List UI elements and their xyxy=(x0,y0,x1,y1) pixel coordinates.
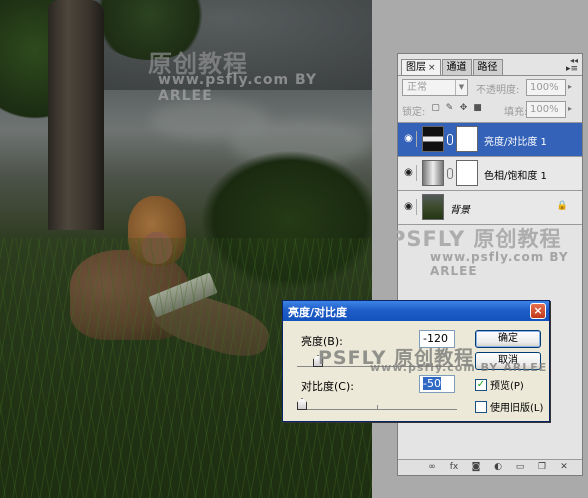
contrast-input[interactable]: -50 xyxy=(419,375,455,393)
tab-paths[interactable]: 路径 xyxy=(472,59,503,75)
new-layer-icon[interactable]: ❐ xyxy=(536,462,548,473)
tab-label: 路径 xyxy=(477,62,498,73)
fx-icon[interactable]: fx xyxy=(448,462,460,473)
chain-icon[interactable] xyxy=(447,134,453,145)
layer-name: 背景 xyxy=(450,205,470,216)
blend-mode-select[interactable]: 正常 ▼ xyxy=(402,79,468,96)
chain-icon[interactable] xyxy=(447,168,453,179)
lock-icon: 🔒 xyxy=(556,201,568,211)
lock-transparent-icon[interactable]: ▢ xyxy=(430,103,441,114)
layer-row-background[interactable]: ◉ 背景 🔒 xyxy=(398,190,582,224)
preview-label: 预览(P) xyxy=(490,381,524,392)
dialog-title: 亮度/对比度 xyxy=(288,306,348,319)
watermark-url: www.psfly.com BY ARLEE xyxy=(158,72,318,104)
opacity-field[interactable]: 100% xyxy=(526,79,566,96)
blend-row: 正常 ▼ 不透明度: 100% ▸ xyxy=(402,79,578,97)
ok-button[interactable]: 确定 xyxy=(475,330,541,348)
link-icon[interactable]: ∞ xyxy=(426,462,438,473)
opacity-label: 不透明度: xyxy=(476,85,520,96)
close-icon[interactable]: × xyxy=(530,303,546,319)
folder-icon[interactable]: ▭ xyxy=(514,462,526,473)
chevron-right-icon[interactable]: ▸ xyxy=(568,104,572,113)
lock-position-icon[interactable]: ✥ xyxy=(458,103,469,114)
use-legacy-checkbox[interactable]: 使用旧版(L) xyxy=(475,399,544,414)
fill-field[interactable]: 100% xyxy=(526,101,566,118)
layers-list: ◉ 亮度/对比度 1 ◉ 色相/饱和度 1 ◉ 背景 🔒 xyxy=(398,122,582,225)
lock-row: 锁定: ▢ ✎ ✥ ■ 填充: 100% ▸ xyxy=(402,101,578,119)
checkbox-box[interactable] xyxy=(475,400,487,413)
contrast-slider-thumb[interactable] xyxy=(297,398,307,410)
panel-footer: ∞ fx ◙ ◐ ▭ ❐ ✕ xyxy=(398,459,582,475)
tab-label: 图层 xyxy=(406,62,426,73)
chevron-right-icon[interactable]: ▸ xyxy=(568,82,572,91)
checkbox-box[interactable]: ✓ xyxy=(475,378,487,391)
adjustment-thumbnail xyxy=(422,160,444,186)
adjustment-thumbnail xyxy=(422,126,444,152)
fill-label: 填充: xyxy=(504,107,528,118)
contrast-value: -50 xyxy=(423,377,441,390)
watermark-url: www.psfly.com BY ARLEE xyxy=(430,250,569,278)
eye-icon[interactable]: ◉ xyxy=(401,131,417,147)
watermark-url: www.psfly.com BY ARLEE xyxy=(370,361,548,374)
contrast-label: 对比度(C): xyxy=(301,380,354,393)
layer-row-hue-saturation[interactable]: ◉ 色相/饱和度 1 xyxy=(398,156,582,190)
lock-label: 锁定: xyxy=(402,107,426,118)
eye-icon[interactable]: ◉ xyxy=(401,199,417,215)
tab-label: 通道 xyxy=(446,62,467,73)
panel-tabs: 图层 × 通道 路径 xyxy=(401,59,504,75)
divider xyxy=(398,75,582,76)
dialog-titlebar[interactable]: 亮度/对比度 × xyxy=(283,301,549,321)
mask-thumbnail[interactable] xyxy=(456,160,478,186)
layer-name: 亮度/对比度 1 xyxy=(484,137,547,148)
preview-checkbox[interactable]: ✓ 预览(P) xyxy=(475,377,524,392)
adjustment-icon[interactable]: ◐ xyxy=(492,462,504,473)
lock-all-icon[interactable]: ■ xyxy=(472,103,483,114)
tree-trunk xyxy=(48,0,104,230)
panel-menu-icon[interactable]: ▸≡ xyxy=(566,64,578,74)
chevron-down-icon: ▼ xyxy=(455,80,467,95)
use-legacy-label: 使用旧版(L) xyxy=(490,403,544,414)
watermark-title: PSFLY 原创教程 xyxy=(390,227,562,251)
slider-center-tick xyxy=(377,405,378,409)
mask-thumbnail[interactable] xyxy=(456,126,478,152)
eye-icon[interactable]: ◉ xyxy=(401,165,417,181)
document-canvas[interactable]: 原创教程 www.psfly.com BY ARLEE xyxy=(0,0,372,498)
tab-layers[interactable]: 图层 × xyxy=(401,59,441,75)
tab-channels[interactable]: 通道 xyxy=(441,59,472,75)
lock-image-icon[interactable]: ✎ xyxy=(444,103,455,114)
contrast-slider-track[interactable] xyxy=(297,409,457,410)
blend-mode-value: 正常 xyxy=(407,82,427,93)
trash-icon[interactable]: ✕ xyxy=(558,462,570,473)
mask-icon[interactable]: ◙ xyxy=(470,462,482,473)
layer-name: 色相/饱和度 1 xyxy=(484,171,547,182)
image-thumbnail xyxy=(422,194,444,220)
layer-row-brightness-contrast[interactable]: ◉ 亮度/对比度 1 xyxy=(398,122,582,156)
close-icon[interactable]: × xyxy=(428,63,436,73)
